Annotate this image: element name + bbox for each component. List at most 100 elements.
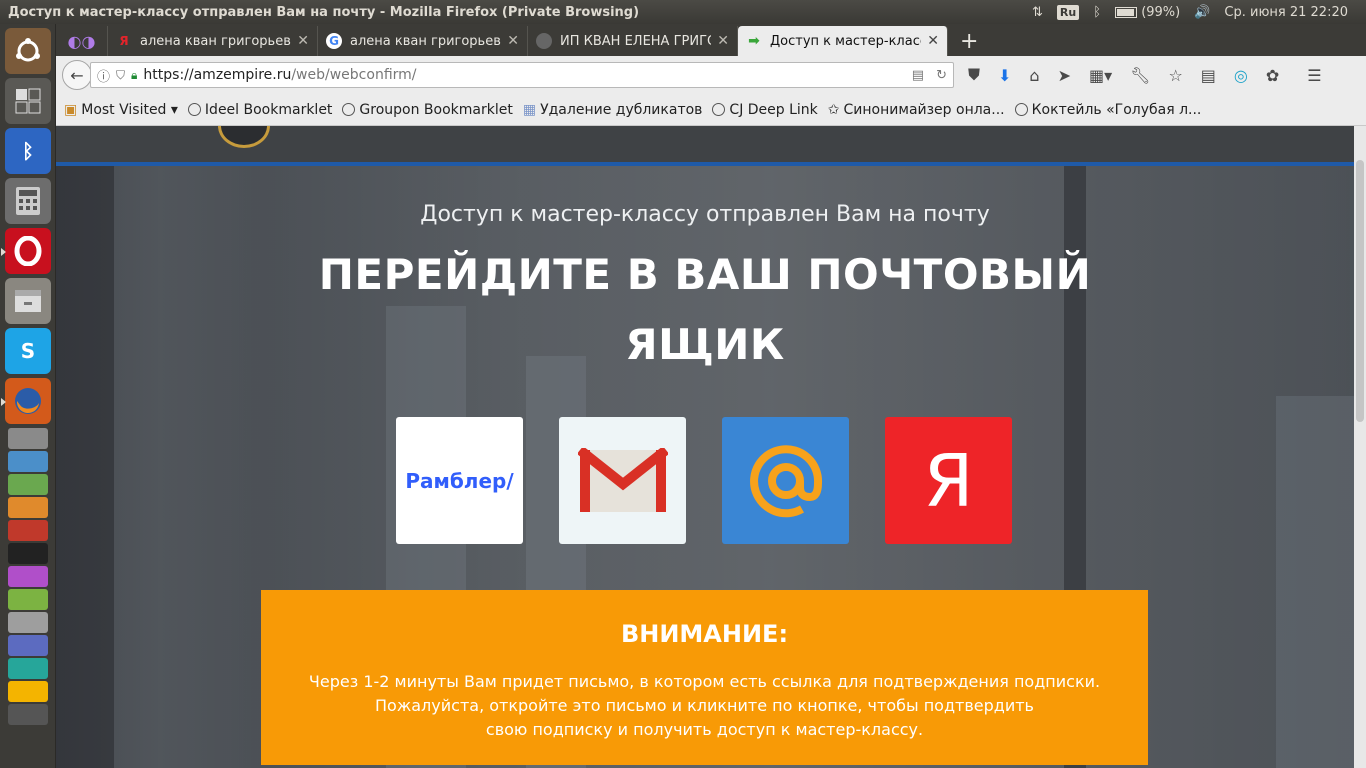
extension-icon[interactable]: ▦▾ <box>1089 66 1112 85</box>
bookmarks-bar: ▣ Most Visited ▾ Ideel Bookmarklet Groupo… <box>56 94 1366 126</box>
addon-icon[interactable]: ✿ <box>1266 66 1279 85</box>
tab-4-active[interactable]: ➡ Доступ к мастер-классу ✕ <box>738 26 948 56</box>
notice-line: свою подписку и получить доступ к мастер… <box>485 720 924 739</box>
bookmark-synonymizer[interactable]: ✩ Синонимайзер онла... <box>828 102 1005 118</box>
tab-title: Доступ к мастер-классу <box>770 33 922 49</box>
tab-1[interactable]: Я алена кван григорьева ✕ <box>108 26 318 56</box>
network-arrows-icon[interactable]: ⇅ <box>1032 5 1043 20</box>
tab-title: алена кван григорьева <box>350 33 502 49</box>
keyboard-layout-indicator[interactable]: Ru <box>1056 4 1080 20</box>
mailru-button[interactable] <box>722 417 849 544</box>
globe-icon <box>712 103 726 116</box>
workspace-switcher-icon[interactable] <box>5 78 51 124</box>
new-tab-button[interactable]: + <box>948 26 990 56</box>
launcher-app-small-1-icon[interactable] <box>8 428 48 449</box>
private-browsing-indicator: ◐◑ <box>56 26 108 56</box>
tab-close-icon[interactable]: ✕ <box>297 33 309 49</box>
yandex-icon: Я <box>119 34 129 48</box>
back-button[interactable]: ← <box>62 60 92 90</box>
launcher-app-small-3-icon[interactable] <box>8 474 48 495</box>
yandex-mail-button[interactable]: Я <box>885 417 1012 544</box>
dash-home-icon[interactable] <box>5 28 51 74</box>
bookmark-groupon[interactable]: Groupon Bookmarklet <box>342 101 513 118</box>
file-manager-icon[interactable] <box>5 278 51 324</box>
bluetooth-icon[interactable]: ᛒ <box>1093 5 1101 20</box>
google-icon: G <box>326 33 342 49</box>
wrench-icon[interactable]: 🔧︎ <box>1130 66 1150 85</box>
launcher-app-small-2-icon[interactable] <box>8 451 48 472</box>
lock-icon[interactable]: 🔒︎ <box>131 68 137 83</box>
firefox-icon[interactable] <box>1 378 51 424</box>
reload-icon[interactable]: ↻ <box>936 68 947 83</box>
bookmark-ideel[interactable]: Ideel Bookmarklet <box>187 102 332 118</box>
tab-2[interactable]: G алена кван григорьева ✕ <box>318 26 528 56</box>
navigation-toolbar: ← ⓘ ⛉ 🔒︎ https://amzempire.ru/web/webcon… <box>56 56 1366 94</box>
send-icon[interactable]: ➤ <box>1058 66 1071 85</box>
clock[interactable]: Ср. июня 21 22:20 <box>1224 5 1348 20</box>
notice-line: Через 1-2 минуты Вам придет письмо, в ко… <box>308 672 1101 691</box>
arrow-icon: ➡ <box>748 33 760 49</box>
skype-icon[interactable]: S <box>5 328 51 374</box>
page-scrollbar[interactable] <box>1354 126 1366 768</box>
launcher-app-small-8-icon[interactable] <box>8 589 48 610</box>
bookmark-label: Most Visited ▾ <box>81 101 178 118</box>
reader-view-icon[interactable]: ▤ <box>912 68 924 83</box>
rambler-logo: Рамблер/ <box>405 468 514 493</box>
url-text[interactable]: https://amzempire.ru/web/webconfirm/ <box>143 67 905 83</box>
notice-text: Через 1-2 минуты Вам придет письмо, в ко… <box>261 670 1148 742</box>
scrollbar-thumb[interactable] <box>1356 160 1364 422</box>
calculator-icon[interactable] <box>5 178 51 224</box>
launcher-app-small-12-icon[interactable] <box>8 681 48 702</box>
download-icon[interactable]: ⬇ <box>998 66 1011 85</box>
launcher-app-small-7-icon[interactable] <box>8 566 48 587</box>
globe-icon <box>342 103 356 116</box>
url-bar[interactable]: ⓘ ⛉ 🔒︎ https://amzempire.ru/web/webconfi… <box>90 62 954 88</box>
volume-icon[interactable]: 🔊 <box>1194 5 1210 20</box>
gmail-button[interactable] <box>559 417 686 544</box>
battery-indicator[interactable]: (99%) <box>1115 5 1180 20</box>
site-logo[interactable] <box>218 126 270 148</box>
launcher-app-small-5-icon[interactable] <box>8 520 48 541</box>
battery-icon <box>1115 6 1138 18</box>
launcher-app-small-9-icon[interactable] <box>8 612 48 633</box>
launcher-app-small-10-icon[interactable] <box>8 635 48 656</box>
globe-icon <box>1014 103 1028 116</box>
tab-close-icon[interactable]: ✕ <box>507 33 519 49</box>
folder-icon: ▣ <box>64 101 78 118</box>
bookmark-most-visited[interactable]: ▣ Most Visited ▾ <box>64 102 178 118</box>
pocket-icon[interactable]: ⛊ <box>968 65 980 85</box>
launcher-app-small-4-icon[interactable] <box>8 497 48 518</box>
bluetooth-app-icon[interactable]: ᛒ <box>5 128 51 174</box>
bookmark-cj-deep-link[interactable]: CJ Deep Link <box>712 101 818 118</box>
rambler-mail-button[interactable]: Рамблер/ <box>396 417 523 544</box>
globe-icon <box>536 33 552 49</box>
bookmark-star-icon[interactable]: ☆ <box>1168 66 1182 85</box>
info-icon[interactable]: ⓘ <box>97 66 110 85</box>
opera-browser-icon[interactable] <box>1 228 51 274</box>
tracking-shield-icon[interactable]: ⛉ <box>116 68 125 83</box>
launcher-app-small-6-icon[interactable] <box>8 543 48 564</box>
launcher-app-small-11-icon[interactable] <box>8 658 48 679</box>
bookmark-label: CJ Deep Link <box>729 101 818 118</box>
menu-icon[interactable]: ☰ <box>1307 66 1321 85</box>
yandex-logo: Я <box>923 438 974 523</box>
bookmark-label: Коктейль «Голубая л... <box>1031 101 1202 118</box>
background-building <box>1276 396 1354 768</box>
page-headline: ПЕРЕЙДИТЕ В ВАШ ПОЧТОВЫЙ ЯЩИК <box>318 250 1092 369</box>
home-icon[interactable]: ⌂ <box>1029 66 1039 85</box>
system-top-panel: Доступ к мастер-классу отправлен Вам на … <box>0 0 1366 24</box>
launcher-app-small-13-icon[interactable] <box>8 704 48 725</box>
bookmark-label: Groupon Bookmarklet <box>359 101 513 118</box>
tab-close-icon[interactable]: ✕ <box>927 33 939 49</box>
notice-line: Пожалуйста, откройте это письмо и кликни… <box>375 696 1034 715</box>
globe-icon <box>187 103 201 116</box>
bookmarks-list-icon[interactable]: ▤ <box>1201 66 1216 85</box>
bookmark-dedupe[interactable]: ▦ Удаление дубликатов <box>523 102 703 118</box>
sync-icon[interactable]: ◎ <box>1234 66 1248 85</box>
mailru-at-icon <box>749 444 822 517</box>
unity-launcher: ᛒ S <box>0 24 56 768</box>
bookmark-cocktail[interactable]: Коктейль «Голубая л... <box>1014 101 1202 118</box>
gmail-icon <box>577 447 668 512</box>
tab-close-icon[interactable]: ✕ <box>717 33 729 49</box>
tab-3[interactable]: ИП КВАН ЕЛЕНА ГРИГОРЬЕВНА ✕ <box>528 26 738 56</box>
